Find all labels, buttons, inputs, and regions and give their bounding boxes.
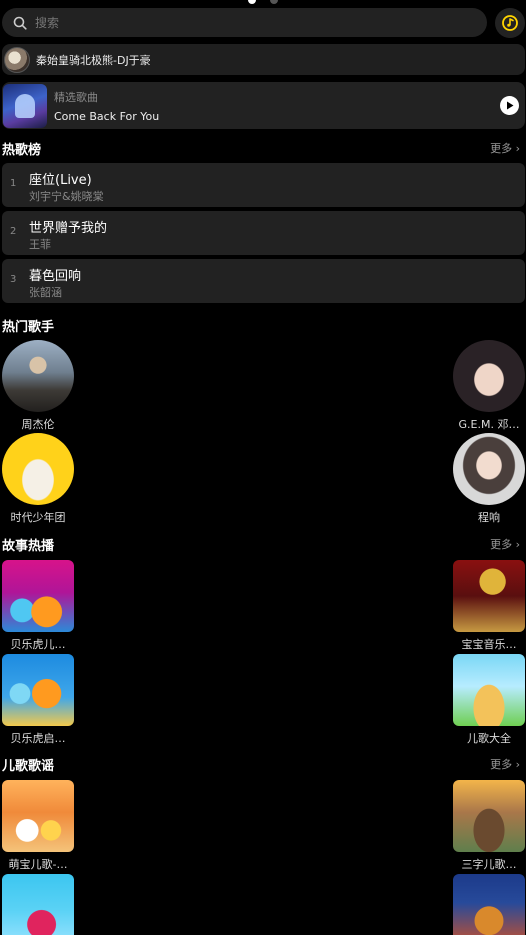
hot-song-row-1[interactable]: 1 座位(Live) 刘宇宁&姚晓棠 xyxy=(2,163,525,207)
singer-name: G.E.M. 邓… xyxy=(458,418,520,431)
rank-number: 2 xyxy=(10,226,17,237)
page-dot-active xyxy=(248,0,256,4)
song-artist: 王菲 xyxy=(29,238,51,251)
singer-tile[interactable]: 时代少年团 xyxy=(2,433,74,525)
kids-song-tile[interactable] xyxy=(2,874,74,935)
kids-song-cover xyxy=(2,780,74,852)
hot-singers-title: 热门歌手 xyxy=(2,320,55,335)
story-tile[interactable]: 贝乐虎启… xyxy=(2,654,74,746)
kids-song-tile[interactable]: 三字儿歌… xyxy=(453,780,525,872)
singer-tile[interactable]: G.E.M. 邓… xyxy=(453,340,525,432)
now-playing-title: 秦始皇骑北极熊-DJ于豪 xyxy=(36,53,151,67)
story-tile[interactable]: 儿歌大全 xyxy=(453,654,525,746)
rank-number: 1 xyxy=(10,178,17,189)
singer-avatar xyxy=(2,340,74,412)
story-tile[interactable]: 宝宝音乐… xyxy=(453,560,525,652)
rank-number: 3 xyxy=(10,274,17,285)
story-name: 儿歌大全 xyxy=(467,732,511,745)
story-name: 贝乐虎启… xyxy=(10,732,66,745)
stories-title: 故事热播 xyxy=(2,539,55,554)
play-button[interactable] xyxy=(500,96,519,115)
story-cover xyxy=(2,560,74,632)
featured-song-card[interactable]: 精选歌曲 Come Back For You xyxy=(2,82,525,129)
stories-more-link[interactable]: 更多 › xyxy=(490,536,520,552)
singer-avatar xyxy=(453,340,525,412)
kids-songs-more-link[interactable]: 更多 › xyxy=(490,756,520,772)
chevron-right-icon: › xyxy=(515,758,520,771)
chevron-right-icon: › xyxy=(515,538,520,551)
song-title: 座位(Live) xyxy=(29,173,92,188)
song-title: 世界赠予我的 xyxy=(29,221,108,236)
featured-song-cover xyxy=(3,83,47,128)
singer-name: 时代少年团 xyxy=(10,511,66,524)
chevron-right-icon: › xyxy=(515,142,520,155)
singer-name: 程响 xyxy=(478,511,500,524)
story-name: 宝宝音乐… xyxy=(461,638,517,651)
kids-songs-title: 儿歌歌谣 xyxy=(2,759,55,774)
story-cover xyxy=(453,654,525,726)
singer-avatar xyxy=(453,433,525,505)
kids-song-name: 萌宝儿歌-… xyxy=(8,858,68,871)
song-artist: 张韶涵 xyxy=(29,286,62,299)
search-input[interactable]: 搜索 xyxy=(2,8,487,37)
play-icon xyxy=(506,101,513,110)
singer-avatar xyxy=(2,433,74,505)
disc-icon xyxy=(502,15,518,31)
song-artist: 刘宇宁&姚晓棠 xyxy=(29,190,104,203)
kids-song-cover xyxy=(2,874,74,935)
hot-songs-more-link[interactable]: 更多 › xyxy=(490,140,520,156)
story-cover xyxy=(2,654,74,726)
more-label: 更多 xyxy=(490,142,513,155)
now-playing-cover xyxy=(4,46,30,73)
page-dot xyxy=(270,0,278,4)
search-icon xyxy=(7,10,33,36)
singer-tile[interactable]: 程响 xyxy=(453,433,525,525)
featured-label: 精选歌曲 xyxy=(54,90,98,104)
kids-song-cover xyxy=(453,780,525,852)
kids-song-name: 三字儿歌… xyxy=(461,858,517,871)
story-name: 贝乐虎儿… xyxy=(10,638,66,651)
kids-song-tile[interactable]: 萌宝儿歌-… xyxy=(2,780,74,872)
hot-songs-title: 热歌榜 xyxy=(2,143,42,158)
singer-name: 周杰伦 xyxy=(21,418,55,431)
now-playing-bar[interactable]: 秦始皇骑北极熊-DJ于豪 xyxy=(2,44,525,75)
more-label: 更多 xyxy=(490,538,513,551)
singer-tile[interactable]: 周杰伦 xyxy=(2,340,74,432)
hot-song-row-3[interactable]: 3 暮色回响 张韶涵 xyxy=(2,259,525,303)
search-placeholder: 搜索 xyxy=(35,16,60,30)
kids-song-tile[interactable] xyxy=(453,874,525,935)
page-indicator xyxy=(244,0,284,6)
kids-song-cover xyxy=(453,874,525,935)
story-cover xyxy=(453,560,525,632)
song-title: 暮色回响 xyxy=(29,269,82,284)
featured-song-title: Come Back For You xyxy=(54,109,160,123)
story-tile[interactable]: 贝乐虎儿… xyxy=(2,560,74,652)
music-recognition-button[interactable] xyxy=(495,8,525,38)
more-label: 更多 xyxy=(490,758,513,771)
hot-song-row-2[interactable]: 2 世界赠予我的 王菲 xyxy=(2,211,525,255)
